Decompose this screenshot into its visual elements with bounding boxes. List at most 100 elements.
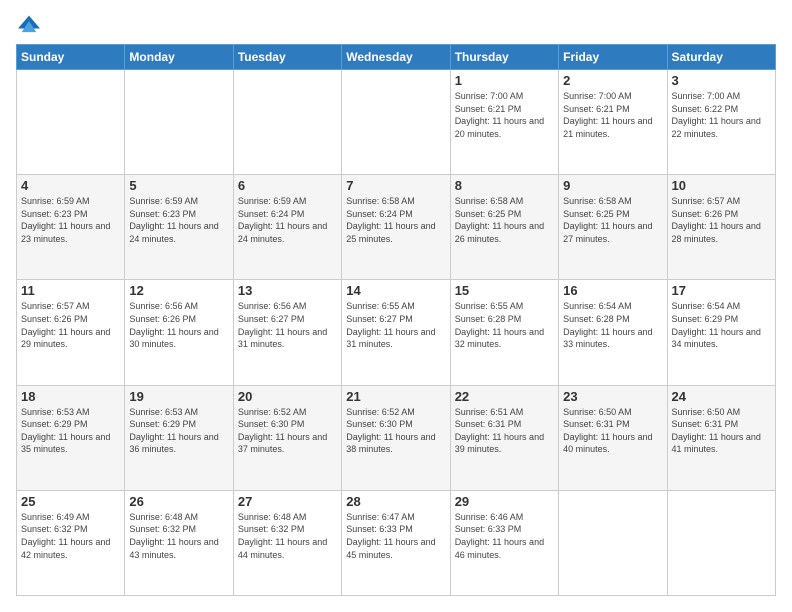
day-info: Sunrise: 6:48 AM Sunset: 6:32 PM Dayligh… — [129, 511, 228, 561]
day-info: Sunrise: 6:46 AM Sunset: 6:33 PM Dayligh… — [455, 511, 554, 561]
day-info: Sunrise: 6:59 AM Sunset: 6:23 PM Dayligh… — [21, 195, 120, 245]
day-number: 4 — [21, 178, 120, 193]
day-number: 12 — [129, 283, 228, 298]
header — [16, 16, 776, 34]
calendar-cell: 9Sunrise: 6:58 AM Sunset: 6:25 PM Daylig… — [559, 175, 667, 280]
day-number: 23 — [563, 389, 662, 404]
day-number: 28 — [346, 494, 445, 509]
day-info: Sunrise: 6:55 AM Sunset: 6:28 PM Dayligh… — [455, 300, 554, 350]
day-info: Sunrise: 6:59 AM Sunset: 6:23 PM Dayligh… — [129, 195, 228, 245]
calendar-cell — [559, 490, 667, 595]
day-number: 2 — [563, 73, 662, 88]
calendar-cell: 2 Sunrise: 7:00 AM Sunset: 6:21 PM Daylig… — [559, 70, 667, 175]
day-info: Sunrise: 6:49 AM Sunset: 6:32 PM Dayligh… — [21, 511, 120, 561]
day-number: 26 — [129, 494, 228, 509]
logo-text — [16, 16, 40, 34]
day-info: Sunrise: 6:52 AM Sunset: 6:30 PM Dayligh… — [238, 406, 337, 456]
day-info: Sunrise: 6:56 AM Sunset: 6:27 PM Dayligh… — [238, 300, 337, 350]
calendar-cell: 1 Sunrise: 7:00 AM Sunset: 6:21 PM Daylig… — [450, 70, 558, 175]
calendar-cell: 3 Sunrise: 7:00 AM Sunset: 6:22 PM Daylig… — [667, 70, 775, 175]
calendar-cell: 8 Sunrise: 6:58 AM Sunset: 6:25 PM Daylig… — [450, 175, 558, 280]
day-number: 16 — [563, 283, 662, 298]
day-number: 11 — [21, 283, 120, 298]
calendar-cell: 20 Sunrise: 6:52 AM Sunset: 6:30 PM Dayli… — [233, 385, 341, 490]
calendar-cell: 16 Sunrise: 6:54 AM Sunset: 6:28 PM Dayli… — [559, 280, 667, 385]
calendar-cell — [17, 70, 125, 175]
calendar-cell: 24Sunrise: 6:50 AM Sunset: 6:31 PM Dayli… — [667, 385, 775, 490]
day-info: Sunrise: 6:58 AM Sunset: 6:24 PM Dayligh… — [346, 195, 445, 245]
calendar-cell: 23 Sunrise: 6:50 AM Sunset: 6:31 PM Dayli… — [559, 385, 667, 490]
day-info: Sunrise: 6:50 AM Sunset: 6:31 PM Dayligh… — [563, 406, 662, 456]
calendar-cell: 26 Sunrise: 6:48 AM Sunset: 6:32 PM Dayli… — [125, 490, 233, 595]
logo — [16, 16, 40, 34]
day-number: 17 — [672, 283, 771, 298]
day-info: Sunrise: 6:57 AM Sunset: 6:26 PM Dayligh… — [672, 195, 771, 245]
day-number: 21 — [346, 389, 445, 404]
calendar-cell: 7 Sunrise: 6:58 AM Sunset: 6:24 PM Daylig… — [342, 175, 450, 280]
calendar-cell: 12 Sunrise: 6:56 AM Sunset: 6:26 PM Dayli… — [125, 280, 233, 385]
col-header-thursday: Thursday — [450, 45, 558, 70]
day-info: Sunrise: 7:00 AM Sunset: 6:21 PM Dayligh… — [563, 90, 662, 140]
calendar-cell: 17 Sunrise: 6:54 AM Sunset: 6:29 PM Dayli… — [667, 280, 775, 385]
day-info: Sunrise: 6:58 AM Sunset: 6:25 PM Dayligh… — [455, 195, 554, 245]
day-number: 22 — [455, 389, 554, 404]
day-info: Sunrise: 6:56 AM Sunset: 6:26 PM Dayligh… — [129, 300, 228, 350]
day-info: Sunrise: 7:00 AM Sunset: 6:22 PM Dayligh… — [672, 90, 771, 140]
col-header-sunday: Sunday — [17, 45, 125, 70]
day-info: Sunrise: 6:48 AM Sunset: 6:32 PM Dayligh… — [238, 511, 337, 561]
day-number: 27 — [238, 494, 337, 509]
calendar-table: SundayMondayTuesdayWednesdayThursdayFrid… — [16, 44, 776, 596]
day-info: Sunrise: 6:54 AM Sunset: 6:29 PM Dayligh… — [672, 300, 771, 350]
day-info: Sunrise: 6:50 AM Sunset: 6:31 PM Dayligh… — [672, 406, 771, 456]
day-number: 29 — [455, 494, 554, 509]
calendar-cell: 11 Sunrise: 6:57 AM Sunset: 6:26 PM Dayli… — [17, 280, 125, 385]
calendar-cell: 18 Sunrise: 6:53 AM Sunset: 6:29 PM Dayli… — [17, 385, 125, 490]
calendar-cell: 28Sunrise: 6:47 AM Sunset: 6:33 PM Dayli… — [342, 490, 450, 595]
day-number: 3 — [672, 73, 771, 88]
calendar-cell: 22 Sunrise: 6:51 AM Sunset: 6:31 PM Dayli… — [450, 385, 558, 490]
calendar-cell: 10Sunrise: 6:57 AM Sunset: 6:26 PM Dayli… — [667, 175, 775, 280]
day-info: Sunrise: 6:59 AM Sunset: 6:24 PM Dayligh… — [238, 195, 337, 245]
calendar-header-row: SundayMondayTuesdayWednesdayThursdayFrid… — [17, 45, 776, 70]
calendar-cell: 25 Sunrise: 6:49 AM Sunset: 6:32 PM Dayli… — [17, 490, 125, 595]
calendar-week-3: 11 Sunrise: 6:57 AM Sunset: 6:26 PM Dayli… — [17, 280, 776, 385]
calendar-week-4: 18 Sunrise: 6:53 AM Sunset: 6:29 PM Dayli… — [17, 385, 776, 490]
calendar-cell — [125, 70, 233, 175]
day-info: Sunrise: 6:57 AM Sunset: 6:26 PM Dayligh… — [21, 300, 120, 350]
day-info: Sunrise: 6:51 AM Sunset: 6:31 PM Dayligh… — [455, 406, 554, 456]
col-header-tuesday: Tuesday — [233, 45, 341, 70]
logo-icon — [18, 12, 40, 34]
calendar-cell — [667, 490, 775, 595]
day-number: 6 — [238, 178, 337, 193]
day-number: 1 — [455, 73, 554, 88]
calendar-cell: 13Sunrise: 6:56 AM Sunset: 6:27 PM Dayli… — [233, 280, 341, 385]
col-header-friday: Friday — [559, 45, 667, 70]
day-number: 9 — [563, 178, 662, 193]
day-info: Sunrise: 7:00 AM Sunset: 6:21 PM Dayligh… — [455, 90, 554, 140]
calendar-cell: 19Sunrise: 6:53 AM Sunset: 6:29 PM Dayli… — [125, 385, 233, 490]
calendar-cell: 15Sunrise: 6:55 AM Sunset: 6:28 PM Dayli… — [450, 280, 558, 385]
calendar-cell: 5 Sunrise: 6:59 AM Sunset: 6:23 PM Daylig… — [125, 175, 233, 280]
col-header-monday: Monday — [125, 45, 233, 70]
calendar-cell: 29 Sunrise: 6:46 AM Sunset: 6:33 PM Dayli… — [450, 490, 558, 595]
page: SundayMondayTuesdayWednesdayThursdayFrid… — [0, 0, 792, 612]
calendar-cell — [233, 70, 341, 175]
day-number: 25 — [21, 494, 120, 509]
day-number: 8 — [455, 178, 554, 193]
day-number: 18 — [21, 389, 120, 404]
day-number: 7 — [346, 178, 445, 193]
day-info: Sunrise: 6:52 AM Sunset: 6:30 PM Dayligh… — [346, 406, 445, 456]
calendar-cell — [342, 70, 450, 175]
col-header-saturday: Saturday — [667, 45, 775, 70]
day-info: Sunrise: 6:53 AM Sunset: 6:29 PM Dayligh… — [129, 406, 228, 456]
col-header-wednesday: Wednesday — [342, 45, 450, 70]
calendar-cell: 6 Sunrise: 6:59 AM Sunset: 6:24 PM Daylig… — [233, 175, 341, 280]
calendar-cell: 27 Sunrise: 6:48 AM Sunset: 6:32 PM Dayli… — [233, 490, 341, 595]
day-info: Sunrise: 6:54 AM Sunset: 6:28 PM Dayligh… — [563, 300, 662, 350]
calendar-cell: 21 Sunrise: 6:52 AM Sunset: 6:30 PM Dayli… — [342, 385, 450, 490]
day-number: 14 — [346, 283, 445, 298]
day-number: 20 — [238, 389, 337, 404]
day-info: Sunrise: 6:53 AM Sunset: 6:29 PM Dayligh… — [21, 406, 120, 456]
day-number: 5 — [129, 178, 228, 193]
calendar-week-1: 1 Sunrise: 7:00 AM Sunset: 6:21 PM Daylig… — [17, 70, 776, 175]
